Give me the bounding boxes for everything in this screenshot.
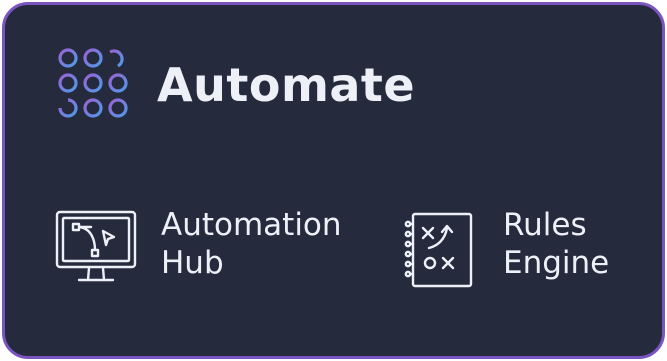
- notebook-strategy-icon: [404, 212, 473, 288]
- automation-hub-link[interactable]: Automation Hub: [51, 205, 371, 295]
- automate-card: Automate Automation Hub Rules Engine: [2, 2, 665, 359]
- automation-hub-label-line2: Hub: [161, 245, 224, 281]
- automation-hub-label-line1: Automation: [161, 207, 342, 243]
- automation-hub-label: Automation Hub: [161, 206, 342, 282]
- rules-engine-label-line2: Engine: [503, 245, 610, 281]
- rules-engine-link[interactable]: Rules Engine: [401, 205, 641, 295]
- dot-grid-logo-icon: [58, 48, 128, 118]
- rules-engine-label: Rules Engine: [503, 206, 609, 282]
- monitor-bezier-icon: [55, 210, 137, 282]
- rules-engine-label-line1: Rules: [503, 207, 587, 243]
- page-title: Automate: [157, 58, 416, 112]
